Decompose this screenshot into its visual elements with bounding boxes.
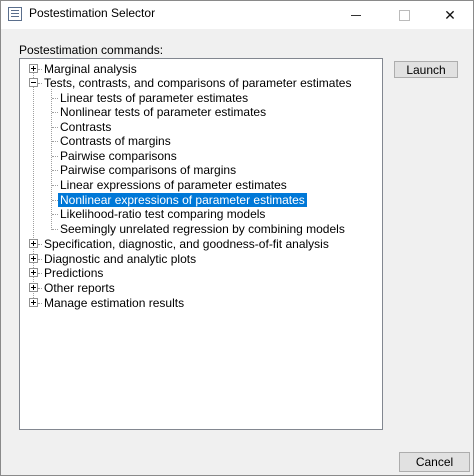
tree-node-tests-contrasts[interactable]: Tests, contrasts, and comparisons of par… [20, 76, 380, 90]
tree-node-specification[interactable]: Specification, diagnostic, and goodness-… [20, 237, 380, 251]
tree-node-label: Manage estimation results [44, 296, 185, 310]
tree-child-item[interactable]: Contrasts of margins [20, 134, 380, 148]
minimize-icon [351, 14, 361, 16]
maximize-button [381, 1, 427, 29]
postestimation-selector-window: Postestimation Selector ✕ Postestimation… [0, 0, 474, 476]
expand-icon[interactable] [29, 268, 38, 277]
tree-node-label: Specification, diagnostic, and goodness-… [44, 237, 329, 251]
tree-node-label: Diagnostic and analytic plots [44, 252, 197, 266]
tree-child-item[interactable]: Linear tests of parameter estimates [20, 91, 380, 105]
tree-child-item-selected[interactable]: Nonlinear expressions of parameter estim… [20, 193, 380, 207]
tree-child-label: Seemingly unrelated regression by combin… [60, 222, 345, 236]
maximize-icon [398, 9, 410, 21]
expand-icon[interactable] [29, 254, 38, 263]
commands-tree[interactable]: Marginal analysis Tests, contrasts, and … [19, 58, 383, 430]
close-button[interactable]: ✕ [427, 1, 473, 29]
tree-node-label: Marginal analysis [44, 62, 137, 76]
tree-child-label: Contrasts [60, 120, 112, 134]
tree-child-item[interactable]: Linear expressions of parameter estimate… [20, 178, 380, 192]
tree-child-label: Pairwise comparisons [60, 149, 177, 163]
tree-child-label: Contrasts of margins [60, 134, 171, 148]
collapse-icon[interactable] [29, 78, 38, 87]
expand-icon[interactable] [29, 239, 38, 248]
tree-child-item[interactable]: Pairwise comparisons [20, 149, 380, 163]
tree-node-manage-estimation[interactable]: Manage estimation results [20, 296, 380, 310]
expand-icon[interactable] [29, 298, 38, 307]
tree-child-label: Pairwise comparisons of margins [60, 163, 237, 177]
tree-node-predictions[interactable]: Predictions [20, 266, 380, 280]
tree-child-label: Nonlinear tests of parameter estimates [60, 105, 267, 119]
postestimation-commands-label: Postestimation commands: [19, 43, 164, 57]
tree-child-label: Likelihood-ratio test comparing models [60, 207, 266, 221]
title-bar: Postestimation Selector ✕ [1, 1, 473, 29]
tree-node-marginal-analysis[interactable]: Marginal analysis [20, 62, 380, 76]
tree-child-item[interactable]: Likelihood-ratio test comparing models [20, 207, 380, 221]
tree-child-item[interactable]: Seemingly unrelated regression by combin… [20, 222, 380, 236]
tree-child-label: Nonlinear expressions of parameter estim… [58, 193, 307, 207]
tree-node-diagnostic-plots[interactable]: Diagnostic and analytic plots [20, 252, 380, 266]
minimize-button[interactable] [333, 1, 379, 29]
tree-child-label: Linear expressions of parameter estimate… [60, 178, 287, 192]
tree-node-other-reports[interactable]: Other reports [20, 281, 380, 295]
tree-node-label: Tests, contrasts, and comparisons of par… [44, 76, 352, 90]
expand-icon[interactable] [29, 64, 38, 73]
cancel-button[interactable]: Cancel [399, 452, 470, 472]
tree-child-label: Linear tests of parameter estimates [60, 91, 249, 105]
tree-node-label: Other reports [44, 281, 115, 295]
launch-button[interactable]: Launch [394, 61, 458, 78]
close-icon: ✕ [444, 6, 456, 23]
tree-node-label: Predictions [44, 266, 104, 280]
window-title: Postestimation Selector [29, 6, 156, 20]
tree-child-item[interactable]: Contrasts [20, 120, 380, 134]
expand-icon[interactable] [29, 283, 38, 292]
tree-child-item[interactable]: Nonlinear tests of parameter estimates [20, 105, 380, 119]
tree-child-item[interactable]: Pairwise comparisons of margins [20, 163, 380, 177]
app-icon [8, 7, 22, 21]
